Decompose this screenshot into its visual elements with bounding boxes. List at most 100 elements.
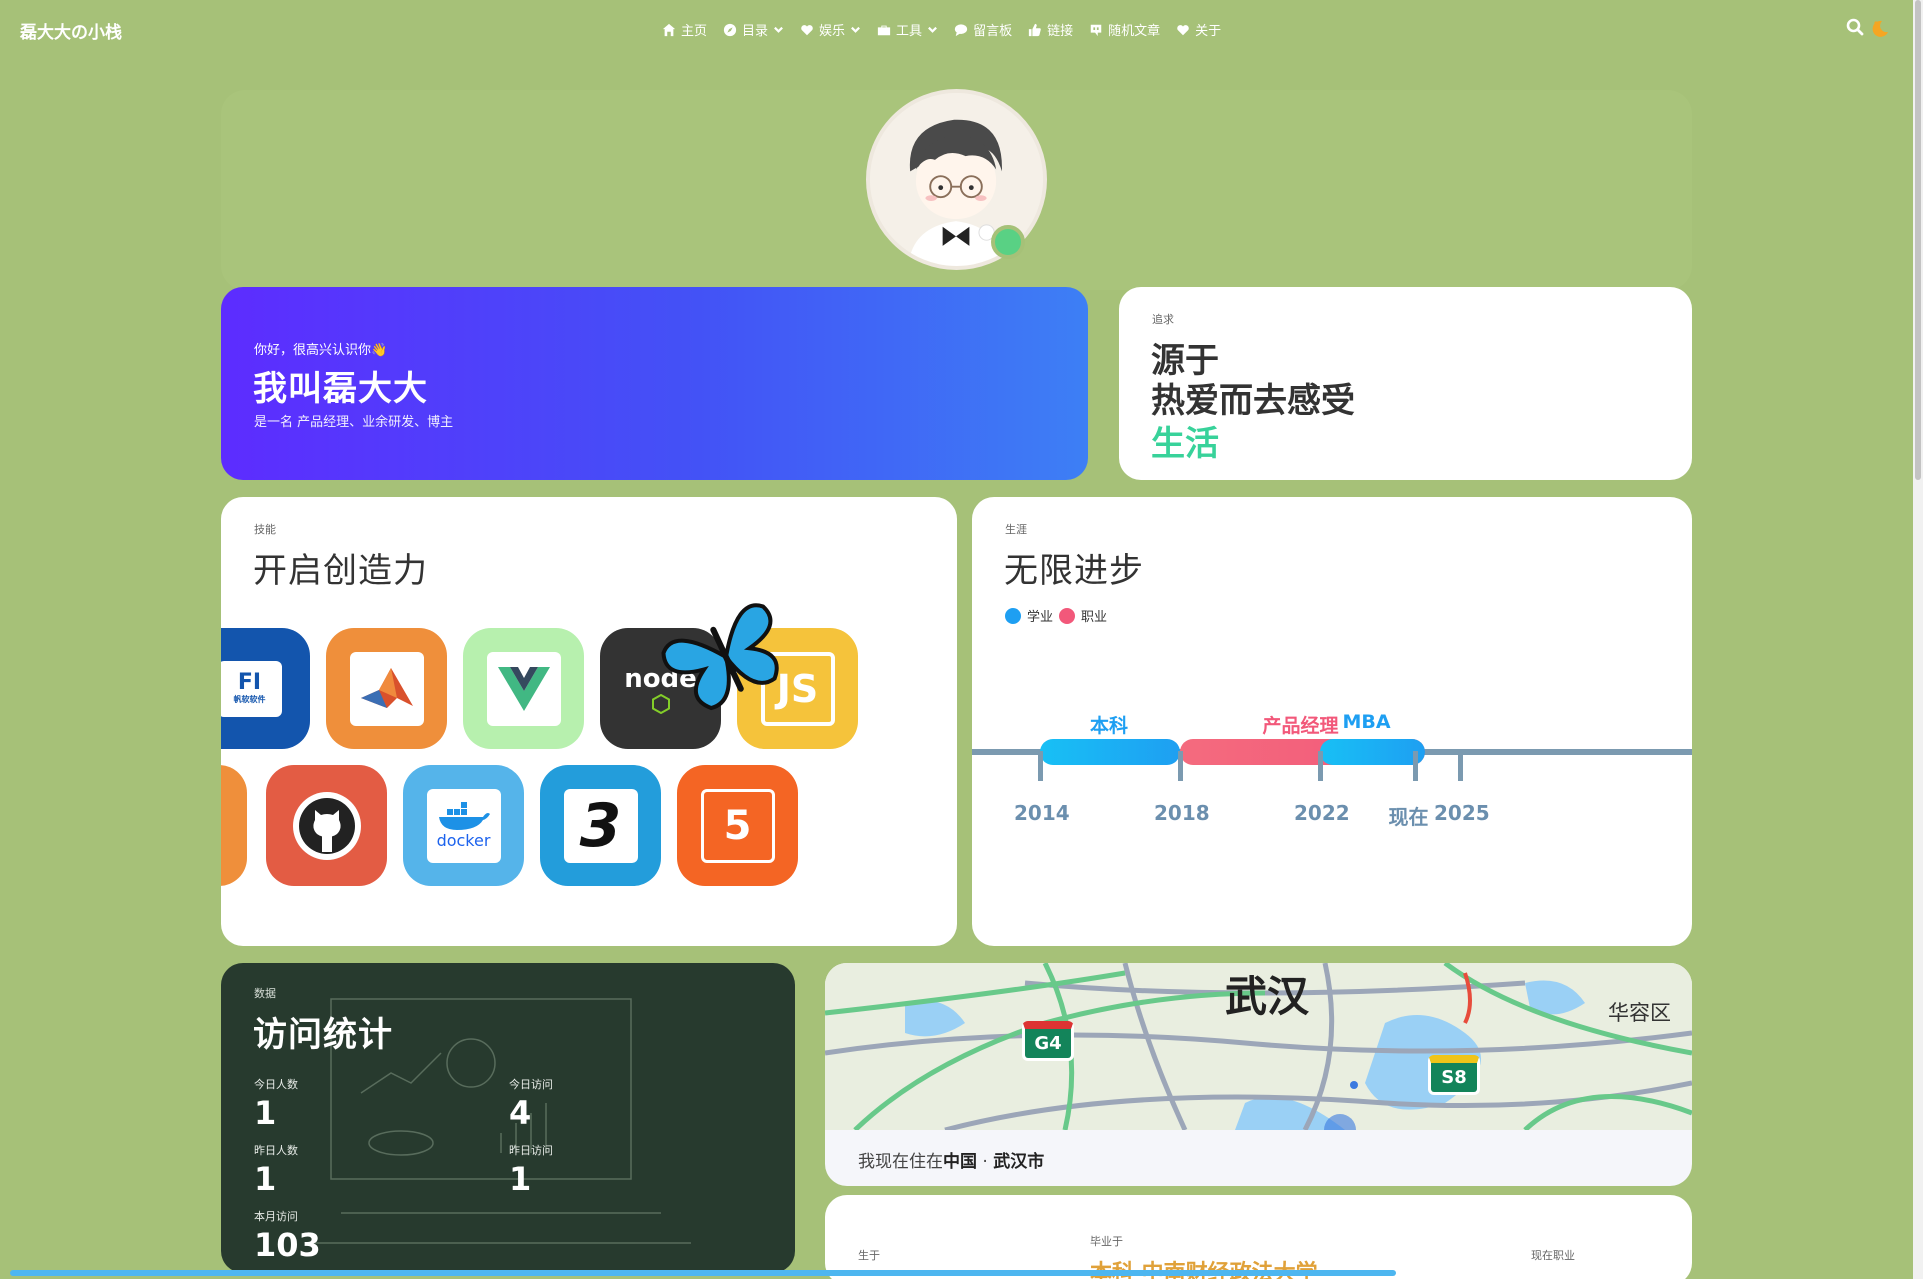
- menu-item-label: 留言板: [973, 24, 1013, 39]
- finereport-logo: FI 帆软软件: [221, 660, 282, 717]
- city-map[interactable]: 武汉 华容区 G4 S8: [825, 963, 1692, 1130]
- card-title: 开启创造力: [253, 551, 428, 591]
- stat-label: 昨日人数: [254, 1144, 298, 1157]
- finereport-label: 帆软软件: [233, 695, 266, 704]
- born-tag: 生于: [858, 1249, 880, 1262]
- pursuit-card: 追求 源于 热爱而去感受 生活: [1119, 287, 1692, 480]
- vue-logo: [486, 651, 561, 726]
- docker-logo: docker: [426, 788, 501, 863]
- card-tag: 追求: [1152, 313, 1174, 326]
- skill-tile-finereport[interactable]: FI 帆软软件: [221, 628, 310, 749]
- reading-progress-bar: [10, 1270, 1396, 1276]
- menu-item-fun[interactable]: 娱乐: [800, 20, 861, 39]
- search-icon: [1846, 18, 1864, 36]
- docker-whale-icon: [438, 802, 490, 830]
- menu-item-label: 目录: [742, 24, 769, 39]
- legend-dot-study: [1005, 607, 1021, 624]
- timeline-tick: [1318, 751, 1323, 781]
- timeline-bar-label: 本科: [1090, 715, 1129, 737]
- career-card: 生涯 无限进步 学业 职业 产品经理 本科 MBA 2014 2018 2022 现在 202…: [972, 497, 1692, 946]
- timeline-bar: [1320, 739, 1425, 765]
- job-tag: 现在职业: [1531, 1249, 1575, 1262]
- matlab-icon: [360, 667, 413, 708]
- comment-icon: [954, 23, 968, 36]
- compass-icon: [723, 23, 737, 36]
- heart-icon: [801, 24, 813, 35]
- dark-mode-toggle-icon[interactable]: [1870, 19, 1890, 39]
- vue-icon: [497, 666, 550, 711]
- timeline-year-label: 2018: [1154, 801, 1210, 825]
- skill-tile-css3[interactable]: 3: [540, 765, 661, 886]
- intro-name: 我叫磊大大: [253, 369, 428, 409]
- timeline-year-label: 2022: [1294, 801, 1350, 825]
- location-separator: ·: [982, 1152, 988, 1172]
- html5-logo: 5: [700, 788, 775, 863]
- github-icon: [292, 791, 361, 860]
- menu-item-label: 娱乐: [819, 24, 846, 39]
- pursuit-line-2: 热爱而去感受: [1151, 381, 1355, 421]
- matlab-logo: [349, 651, 424, 726]
- card-title: 无限进步: [1004, 551, 1144, 591]
- legend-dot-work: [1059, 607, 1076, 624]
- chevron-down-icon: [851, 26, 860, 33]
- stat-today-visits: 今日访问 4: [509, 1076, 553, 1132]
- css3-logo: 3: [563, 788, 638, 863]
- menu-item-random-post[interactable]: 随机文章: [1089, 20, 1160, 39]
- skill-tile-docker[interactable]: docker: [403, 765, 524, 886]
- stat-label: 本月访问: [254, 1210, 298, 1223]
- menu-item-label: 主页: [681, 24, 708, 39]
- location-prefix: 我现在住在: [858, 1152, 943, 1172]
- site-brand[interactable]: 磊大大の小栈: [20, 18, 122, 43]
- timeline-year-label: 现在: [1388, 805, 1429, 829]
- menu-item-links[interactable]: 链接: [1028, 20, 1073, 39]
- menu-item-about[interactable]: 关于: [1176, 20, 1221, 39]
- career-timeline: 产品经理 本科 MBA 2014 2018 2022 现在 2025: [972, 711, 1692, 841]
- stat-month-visits: 本月访问 103: [254, 1208, 321, 1264]
- css3-label: 3: [579, 790, 622, 861]
- timeline-year-label: 2014: [1014, 801, 1070, 825]
- random-icon: [1090, 24, 1102, 36]
- stat-yesterday-visitors: 昨日人数 1: [254, 1142, 298, 1198]
- menu-item-tools[interactable]: 工具: [877, 20, 938, 39]
- menu-item-catalog[interactable]: 目录: [723, 20, 784, 39]
- timeline-bar-label: 产品经理: [1262, 715, 1339, 737]
- stat-value: 1: [254, 1094, 277, 1132]
- profile-facts-card: 生于 毕业于 本科 中南财经政法大学 现在职业: [825, 1195, 1692, 1279]
- stat-label: 今日人数: [254, 1078, 298, 1091]
- butterfly-icon: [661, 603, 779, 711]
- docker-label: docker: [436, 831, 491, 850]
- nav-actions: [1846, 18, 1890, 40]
- home-icon: [662, 23, 676, 36]
- greeting-text: 你好，很高兴认识你👋: [254, 343, 388, 358]
- menu-item-home[interactable]: 主页: [662, 20, 707, 39]
- map-city-label: 武汉: [1225, 972, 1310, 1021]
- skill-tile-html5[interactable]: 5: [677, 765, 798, 886]
- skill-tile-partial[interactable]: [221, 765, 247, 886]
- timeline-bar-label: MBA: [1342, 711, 1391, 733]
- menu-item-guestbook[interactable]: 留言板: [954, 20, 1012, 39]
- timeline-year-label: 2025: [1434, 801, 1490, 825]
- skill-tile-matlab[interactable]: [326, 628, 447, 749]
- scrollbar-thumb[interactable]: [1915, 0, 1921, 480]
- timeline-tick: [1412, 751, 1418, 781]
- stat-label: 今日访问: [509, 1078, 553, 1091]
- search-button[interactable]: [1846, 18, 1864, 40]
- html5-label: 5: [723, 802, 752, 849]
- page-scrollbar[interactable]: [1913, 0, 1923, 1279]
- skill-tile-github[interactable]: [266, 765, 387, 886]
- top-navbar: 磊大大の小栈 主页 目录 娱乐 工具 留言板 链接 随机文章 关于: [0, 0, 1923, 62]
- thumbs-up-icon: [1028, 23, 1041, 36]
- menu-item-label: 随机文章: [1108, 24, 1161, 39]
- card-tag: 生涯: [1005, 523, 1027, 536]
- location-city: 武汉市: [993, 1152, 1045, 1172]
- highway-shield-g4: G4: [1022, 1021, 1074, 1061]
- stat-value: 1: [254, 1160, 277, 1198]
- intro-description: 是一名 产品经理、业余研发、博主: [254, 415, 454, 430]
- stat-value: 1: [509, 1160, 532, 1198]
- online-status-dot: [991, 225, 1025, 259]
- location-text: 我现在住在中国 · 武汉市: [858, 1147, 1044, 1172]
- heart-icon: [1177, 24, 1189, 35]
- career-legend: 学业 职业: [1005, 606, 1107, 625]
- skill-tile-vue[interactable]: [463, 628, 584, 749]
- menu-item-label: 关于: [1195, 24, 1222, 39]
